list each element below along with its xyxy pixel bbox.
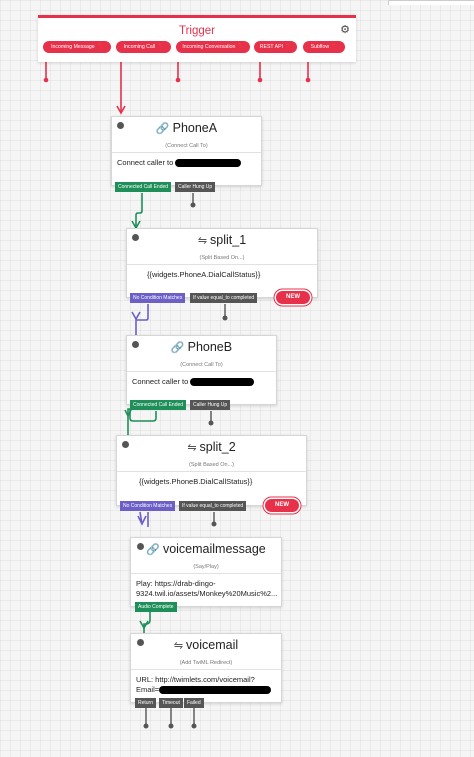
widget-title: 🔗 PhoneA xyxy=(155,121,218,135)
widget-subtitle: (Split Based On...) xyxy=(199,255,245,261)
split-icon: ⇋ xyxy=(187,442,197,454)
new-transition-badge[interactable]: NEW xyxy=(276,291,310,304)
transition-timeout[interactable]: Timeout xyxy=(159,698,183,708)
gears-icon[interactable]: ⚙ xyxy=(340,23,350,36)
transition-caller-hung-up[interactable]: Caller Hung Up xyxy=(190,400,231,410)
speaker-icon: 🔗 xyxy=(146,544,160,556)
widget-input-handle[interactable] xyxy=(117,122,124,129)
widget-phonea[interactable]: 🔗 PhoneA (Connect Call To) Connect caller… xyxy=(111,116,262,186)
widget-body: Connect caller to xyxy=(132,377,271,387)
transition-caller-hung-up[interactable]: Caller Hung Up xyxy=(175,182,216,192)
help-icon: ❓ xyxy=(157,44,164,50)
divider xyxy=(117,471,306,472)
widget-title: 🔗 PhoneB xyxy=(170,340,233,354)
widget-split-2[interactable]: ⇋ split_2 (Split Based On...) {{widgets.P… xyxy=(116,435,307,506)
transition-audio-complete[interactable]: Audio Complete xyxy=(135,602,177,612)
widget-subtitle: (Say/Play) xyxy=(193,564,219,570)
redacted-email xyxy=(159,686,272,695)
redacted-number xyxy=(190,378,255,387)
widget-body: {{widgets.PhoneB.DialCallStatus}} xyxy=(139,477,253,486)
split-icon: ⇋ xyxy=(197,235,208,247)
widget-subtitle: (Connect Call To) xyxy=(165,143,208,149)
phone-link-icon: 🔗 xyxy=(155,123,170,135)
transition-connected-call-ended[interactable]: Connected Call Ended xyxy=(130,400,187,410)
widget-body: Connect caller to xyxy=(117,158,256,168)
help-icon: ❓ xyxy=(285,44,292,50)
phone-link-icon: 🔗 xyxy=(170,342,185,354)
transition-no-condition-matches[interactable]: No Condition Matches xyxy=(130,293,186,303)
transition-no-condition-matches[interactable]: No Condition Matches xyxy=(120,501,176,511)
transition-connected-call-ended[interactable]: Connected Call Ended xyxy=(115,182,172,192)
widget-title: ⇋ split_2 xyxy=(187,440,236,454)
widget-body: Play: https://drab-dingo- 9324.twil.io/a… xyxy=(136,579,278,599)
help-icon: ❓ xyxy=(237,44,244,50)
trigger-pill-incoming-call[interactable]: Incoming Call ❓ xyxy=(116,41,171,53)
divider xyxy=(131,669,281,670)
pill-label: REST API xyxy=(259,44,284,50)
widget-title: ⇋ split_1 xyxy=(197,233,247,247)
divider xyxy=(127,371,276,372)
pill-label: Subflow xyxy=(310,44,330,50)
new-transition-badge[interactable]: NEW xyxy=(265,499,299,512)
body-line: Email= xyxy=(136,685,276,695)
widget-input-handle[interactable] xyxy=(137,543,144,550)
widget-title: ⇋ voicemail xyxy=(173,638,239,652)
pill-label: Incoming Conversation xyxy=(182,44,236,50)
widget-subtitle: (Connect Call To) xyxy=(180,362,223,368)
body-line: Play: https://drab-dingo- xyxy=(136,579,216,588)
body-line: 9324.twil.io/assets/Monkey%20Music%2... xyxy=(136,589,278,598)
trigger-pill-incoming-conversation[interactable]: Incoming Conversation ❓ xyxy=(176,41,250,53)
widget-body: URL: http://twimlets.com/voicemail? Emai… xyxy=(136,675,276,695)
trigger-widget[interactable]: Trigger ⚙ xyxy=(38,15,356,62)
widget-split-1[interactable]: ⇋ split_1 (Split Based On...) {{widgets.P… xyxy=(126,228,318,298)
widget-input-handle[interactable] xyxy=(137,639,144,646)
widget-input-handle[interactable] xyxy=(132,341,139,348)
help-icon: ❓ xyxy=(331,44,338,50)
divider xyxy=(127,264,317,265)
widget-subtitle: (Split Based On...) xyxy=(189,462,234,468)
divider xyxy=(131,573,281,574)
widget-input-handle[interactable] xyxy=(132,234,139,241)
redacted-number xyxy=(175,159,242,168)
widget-input-handle[interactable] xyxy=(122,441,129,448)
transition-return[interactable]: Return xyxy=(135,698,157,708)
transition-failed[interactable]: Failed xyxy=(184,698,204,708)
divider xyxy=(112,152,261,153)
widget-phoneb[interactable]: 🔗 PhoneB (Connect Call To) Connect caller… xyxy=(126,335,277,405)
split-icon: ⇋ xyxy=(173,640,184,652)
transition-if-value-equal-to-completed[interactable]: If value equal_to completed xyxy=(190,293,258,303)
body-line: URL: http://twimlets.com/voicemail? xyxy=(136,675,255,684)
trigger-title: Trigger xyxy=(179,25,215,37)
pill-label: Incoming Call xyxy=(123,44,156,50)
pill-label: Incoming Message xyxy=(51,44,95,50)
widget-subtitle: (Add TwiML Redirect) xyxy=(179,660,233,666)
widget-body: {{widgets.PhoneA.DialCallStatus}} xyxy=(147,270,261,279)
widget-voicemailmessage[interactable]: 🔗 voicemailmessage (Say/Play) Play: https… xyxy=(130,537,282,607)
widget-voicemail[interactable]: ⇋ voicemail (Add TwiML Redirect) URL: htt… xyxy=(130,633,282,703)
trigger-pill-incoming-message[interactable]: Incoming Message ❓ xyxy=(43,41,111,53)
help-icon: ❓ xyxy=(96,44,103,50)
trigger-pill-rest-api[interactable]: REST API ❓ xyxy=(254,41,297,53)
transition-if-value-equal-to-completed[interactable]: If value equal_to completed xyxy=(179,501,247,511)
widget-title: 🔗 voicemailmessage xyxy=(146,542,266,556)
trigger-pill-subflow[interactable]: Subflow ❓ xyxy=(303,41,345,53)
